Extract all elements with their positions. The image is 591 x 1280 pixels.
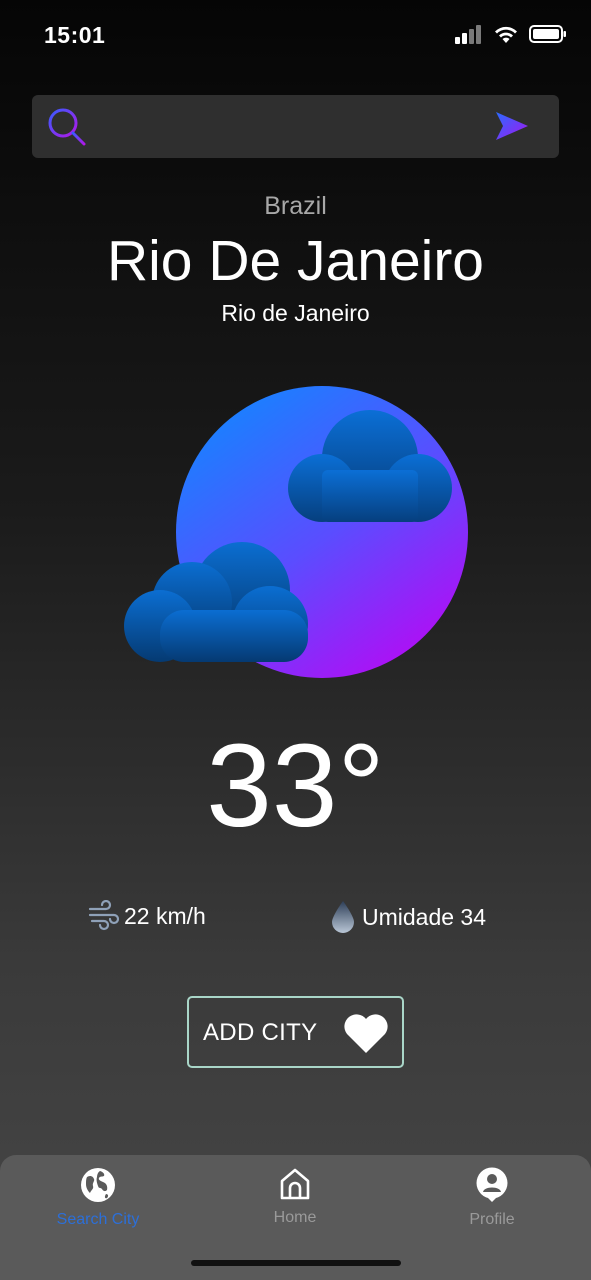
home-indicator (191, 1260, 401, 1266)
water-drop-icon (332, 901, 354, 933)
status-time: 15:01 (44, 22, 106, 48)
tab-label: Search City (56, 1211, 140, 1228)
heart-icon (344, 1014, 388, 1053)
send-icon[interactable] (495, 111, 529, 141)
wind-icon (88, 900, 120, 931)
humidity-value: Umidade 34 (362, 903, 487, 930)
globe-icon (81, 1168, 115, 1202)
search-icon[interactable] (46, 107, 88, 147)
humidity-stat: Umidade 34 (330, 900, 486, 934)
wind-stat: 22 km/h (88, 900, 206, 932)
country-label: Brazil (264, 192, 327, 220)
partly-cloudy-icon (124, 386, 468, 678)
battery-icon (529, 25, 566, 43)
search-bar (32, 95, 559, 158)
tab-label: Home (273, 1209, 317, 1226)
add-city-button[interactable]: ADD CITY (187, 996, 404, 1068)
tab-home[interactable]: Home (215, 1167, 375, 1227)
wifi-icon (495, 26, 517, 43)
home-icon (280, 1168, 310, 1200)
tab-search-city[interactable]: Search City (18, 1167, 178, 1229)
search-input[interactable] (104, 105, 504, 147)
tab-label: Profile (469, 1211, 515, 1228)
profile-icon (476, 1167, 508, 1202)
tab-profile[interactable]: Profile (412, 1167, 572, 1229)
cellular-signal-icon (455, 25, 481, 44)
region-label: Rio de Janeiro (221, 300, 370, 326)
temperature-value: 33° (206, 720, 385, 852)
status-bar: 15:01 (0, 0, 591, 72)
city-title: Rio De Janeiro (106, 229, 484, 293)
status-icons (455, 24, 567, 44)
add-city-label: ADD CITY (203, 1019, 318, 1046)
wind-value: 22 km/h (124, 902, 206, 929)
